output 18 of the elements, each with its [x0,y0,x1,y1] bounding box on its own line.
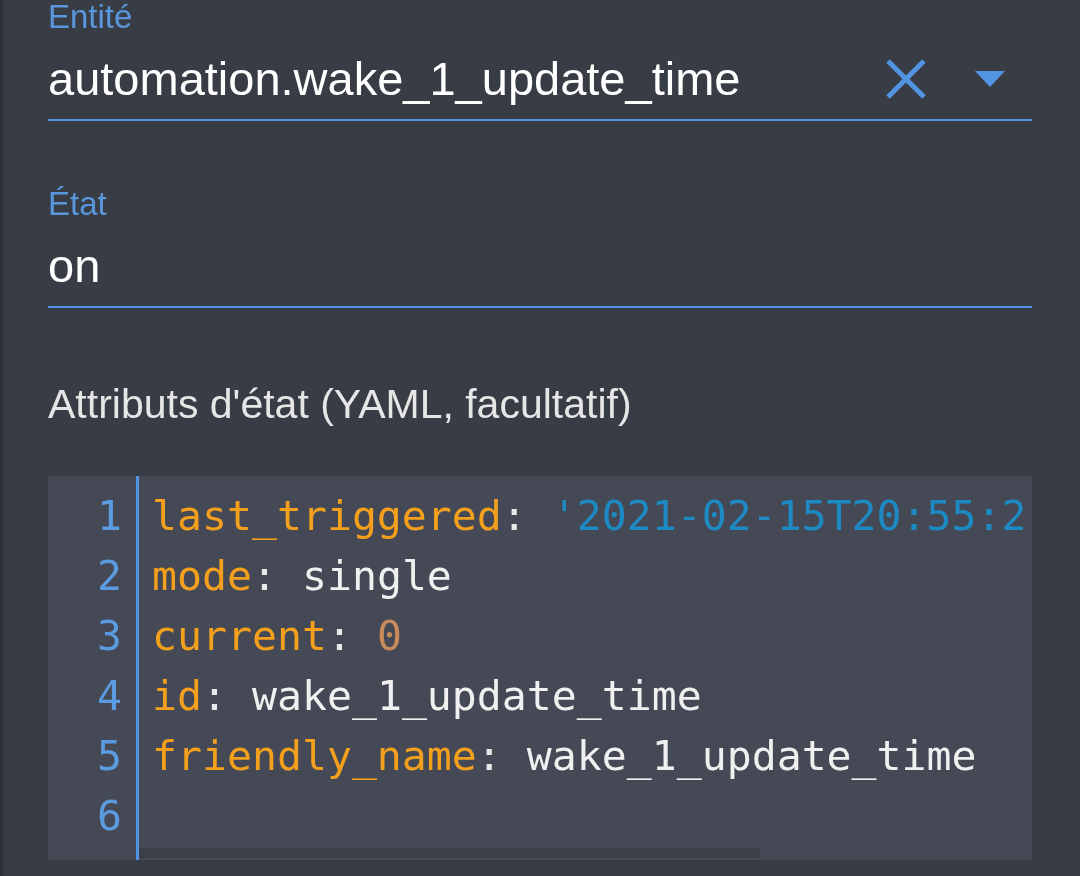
line-number: 5 [97,730,122,782]
line-number: 2 [97,550,122,602]
code-editor[interactable]: 1 2 3 4 5 6 last_triggered: '2021-02-15T20:55:2 mode: single current: 0 id: wake_1_update_time friendly_name: wake_1_update_time [48,476,1032,860]
code-line: id: wake_1_update_time [152,670,702,722]
line-number: 3 [97,610,122,662]
combobox-field[interactable]: Entité automation.wake_1_update_time [48,0,1032,121]
scrollbar[interactable] [139,848,760,858]
section-label: Attributs d'état (YAML, facultatif) [48,380,632,428]
code-line: last_triggered: '2021-02-15T20:55:2 [152,490,1027,542]
line-number: 1 [97,490,122,542]
caret-icon[interactable] [975,71,1005,87]
text-field[interactable]: État on [48,187,1032,308]
code-line: current: 0 [152,610,402,662]
code-line: mode: single [152,550,452,602]
code-line: friendly_name: wake_1_update_time [152,730,977,782]
line-number: 6 [97,790,122,842]
clear-icon[interactable] [885,58,927,100]
line-number: 4 [97,670,122,722]
